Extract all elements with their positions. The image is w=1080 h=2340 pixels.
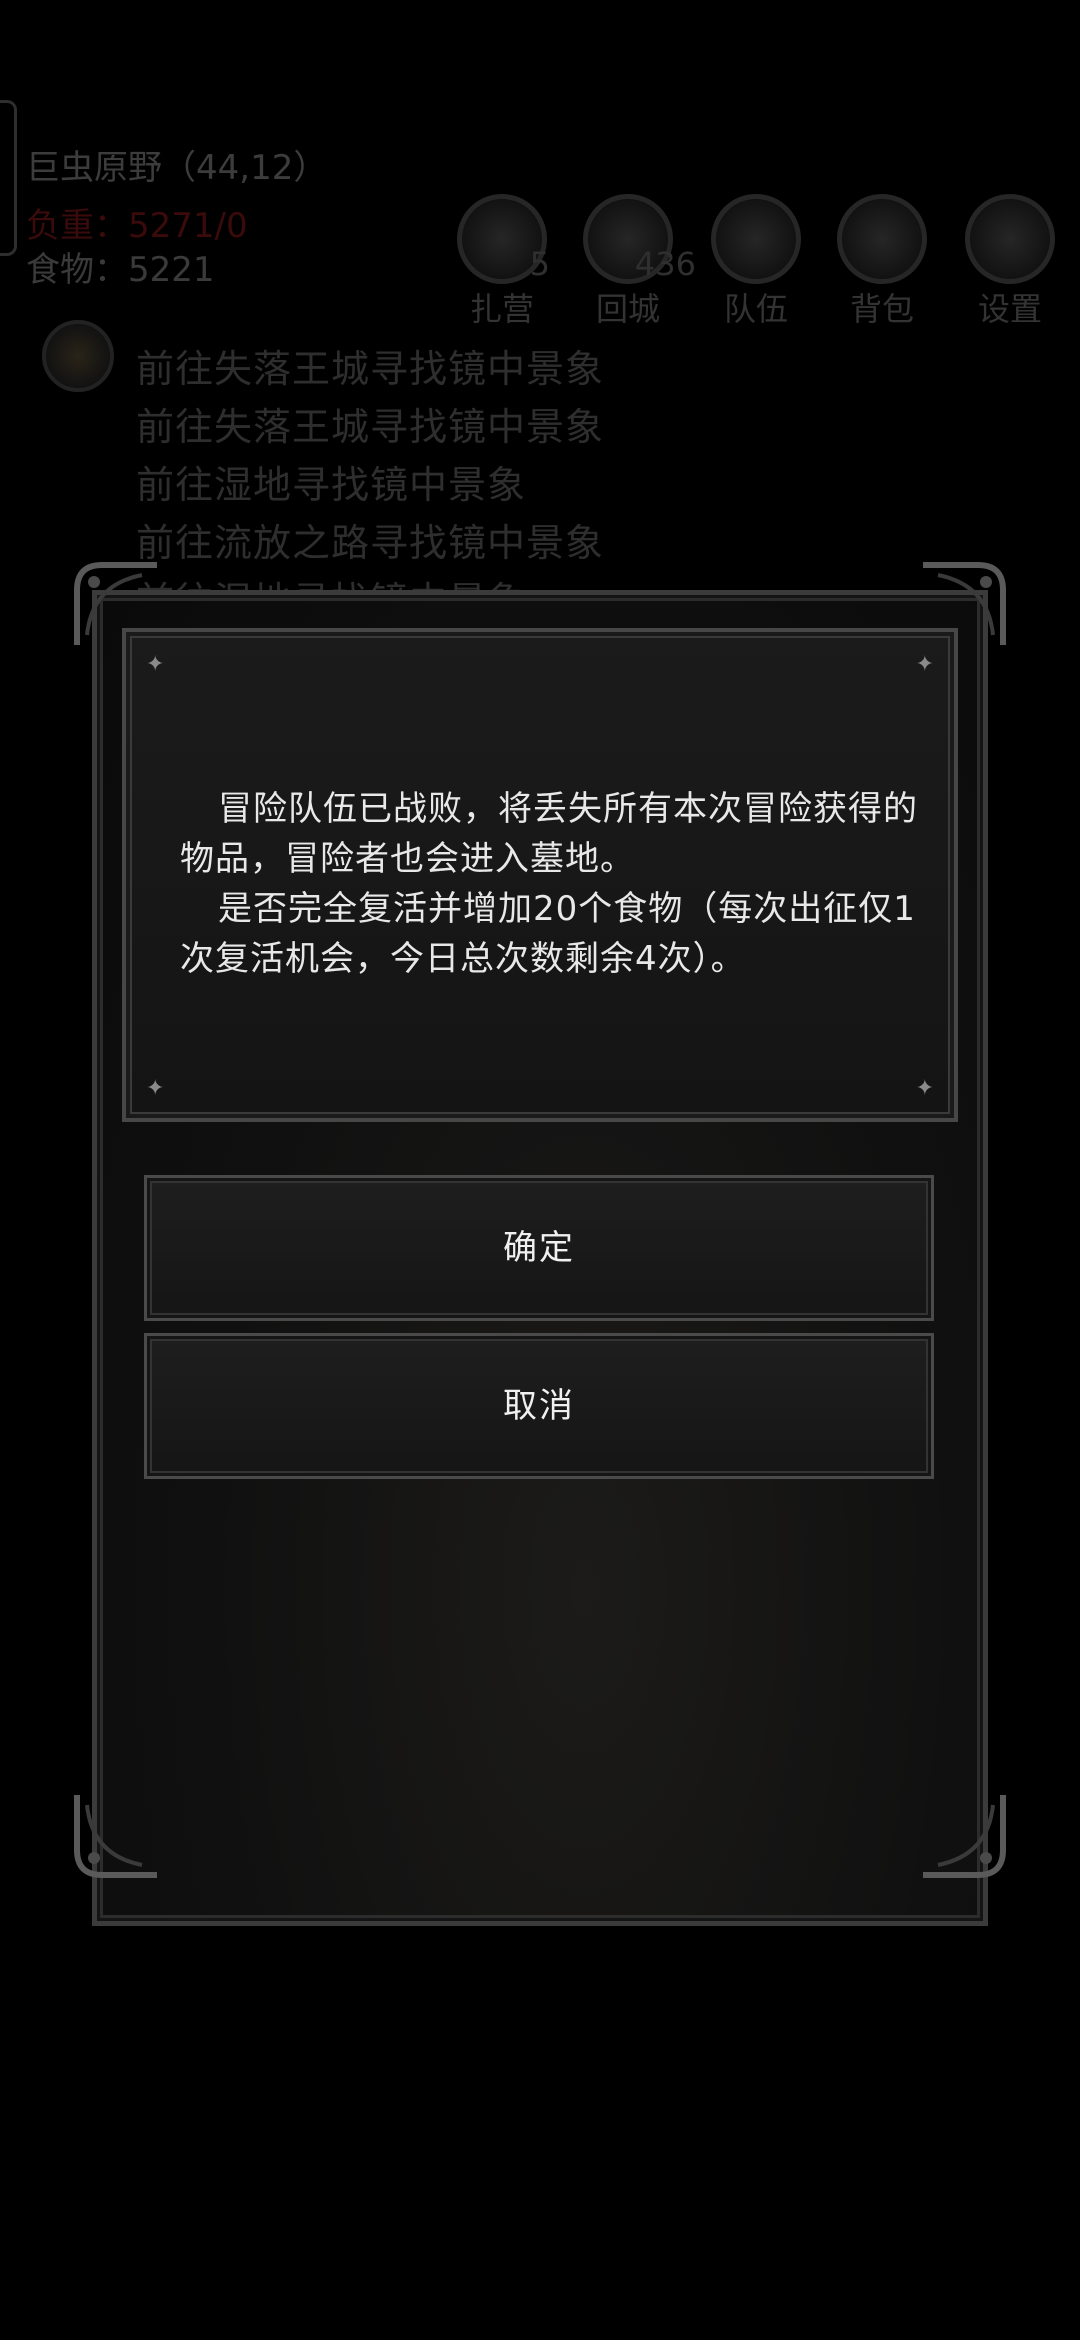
weight-stat: 负重：5271/0 <box>26 206 248 246</box>
food-stat: 食物：5221 <box>26 250 215 290</box>
quest-icon[interactable] <box>42 320 114 392</box>
backpack-label: 背包 <box>849 290 914 328</box>
message-panel: ✦ ✦ ✦ ✦ 冒险队伍已战败，将丢失所有本次冒险获得的物品，冒险者也会进入墓地… <box>122 628 958 1122</box>
return-town-button[interactable]: 436 回城 <box>578 194 696 330</box>
camp-button[interactable]: 5 扎营 <box>452 194 552 330</box>
side-bracket <box>0 100 17 256</box>
camp-label: 扎营 <box>469 290 534 328</box>
background-hud: 巨虫原野（44,12） 负重：5271/0 食物：5221 5 扎营 436 回… <box>0 0 1080 623</box>
message-paragraph: 冒险队伍已战败，将丢失所有本次冒险获得的物品，冒险者也会进入墓地。 <box>180 789 918 879</box>
location-label: 巨虫原野（44,12） <box>26 148 328 188</box>
message-paragraph: 是否完全复活并增加20个食物（每次出征仅1次复活机会，今日总次数剩余4次）。 <box>180 889 916 979</box>
team-icon <box>711 194 801 284</box>
sparkle-icon: ✦ <box>915 652 934 677</box>
camp-count: 5 <box>529 245 550 283</box>
ornament-corner <box>72 1790 162 1880</box>
return-town-label: 回城 <box>595 290 660 328</box>
quest-item[interactable]: 前往失落王城寻找镜中景象 <box>136 338 604 393</box>
portal-icon: 436 <box>583 194 696 284</box>
team-button[interactable]: 队伍 <box>706 194 806 330</box>
quest-item[interactable]: 前往湿地寻找镜中景象 <box>136 454 526 509</box>
screen: 巨虫原野（44,12） 负重：5271/0 食物：5221 5 扎营 436 回… <box>0 0 1080 2340</box>
dialog-message: 冒险队伍已战败，将丢失所有本次冒险获得的物品，冒险者也会进入墓地。 是否完全复活… <box>180 784 920 984</box>
quest-item[interactable]: 前往失落王城寻找镜中景象 <box>136 396 604 451</box>
sparkle-icon: ✦ <box>146 652 165 677</box>
return-count: 436 <box>634 245 696 283</box>
sparkle-icon: ✦ <box>915 1076 934 1101</box>
settings-label: 设置 <box>977 290 1042 328</box>
quest-item[interactable]: 前往流放之路寻找镜中景象 <box>136 512 604 567</box>
cancel-button[interactable]: 取消 <box>144 1333 934 1479</box>
campfire-icon: 5 <box>457 194 550 284</box>
settings-button[interactable]: 设置 <box>960 194 1060 330</box>
backpack-icon <box>837 194 927 284</box>
gear-icon <box>965 194 1055 284</box>
ornament-corner <box>918 1790 1008 1880</box>
team-label: 队伍 <box>723 290 788 328</box>
backpack-button[interactable]: 背包 <box>832 194 932 330</box>
sparkle-icon: ✦ <box>146 1076 165 1101</box>
confirm-button[interactable]: 确定 <box>144 1175 934 1321</box>
